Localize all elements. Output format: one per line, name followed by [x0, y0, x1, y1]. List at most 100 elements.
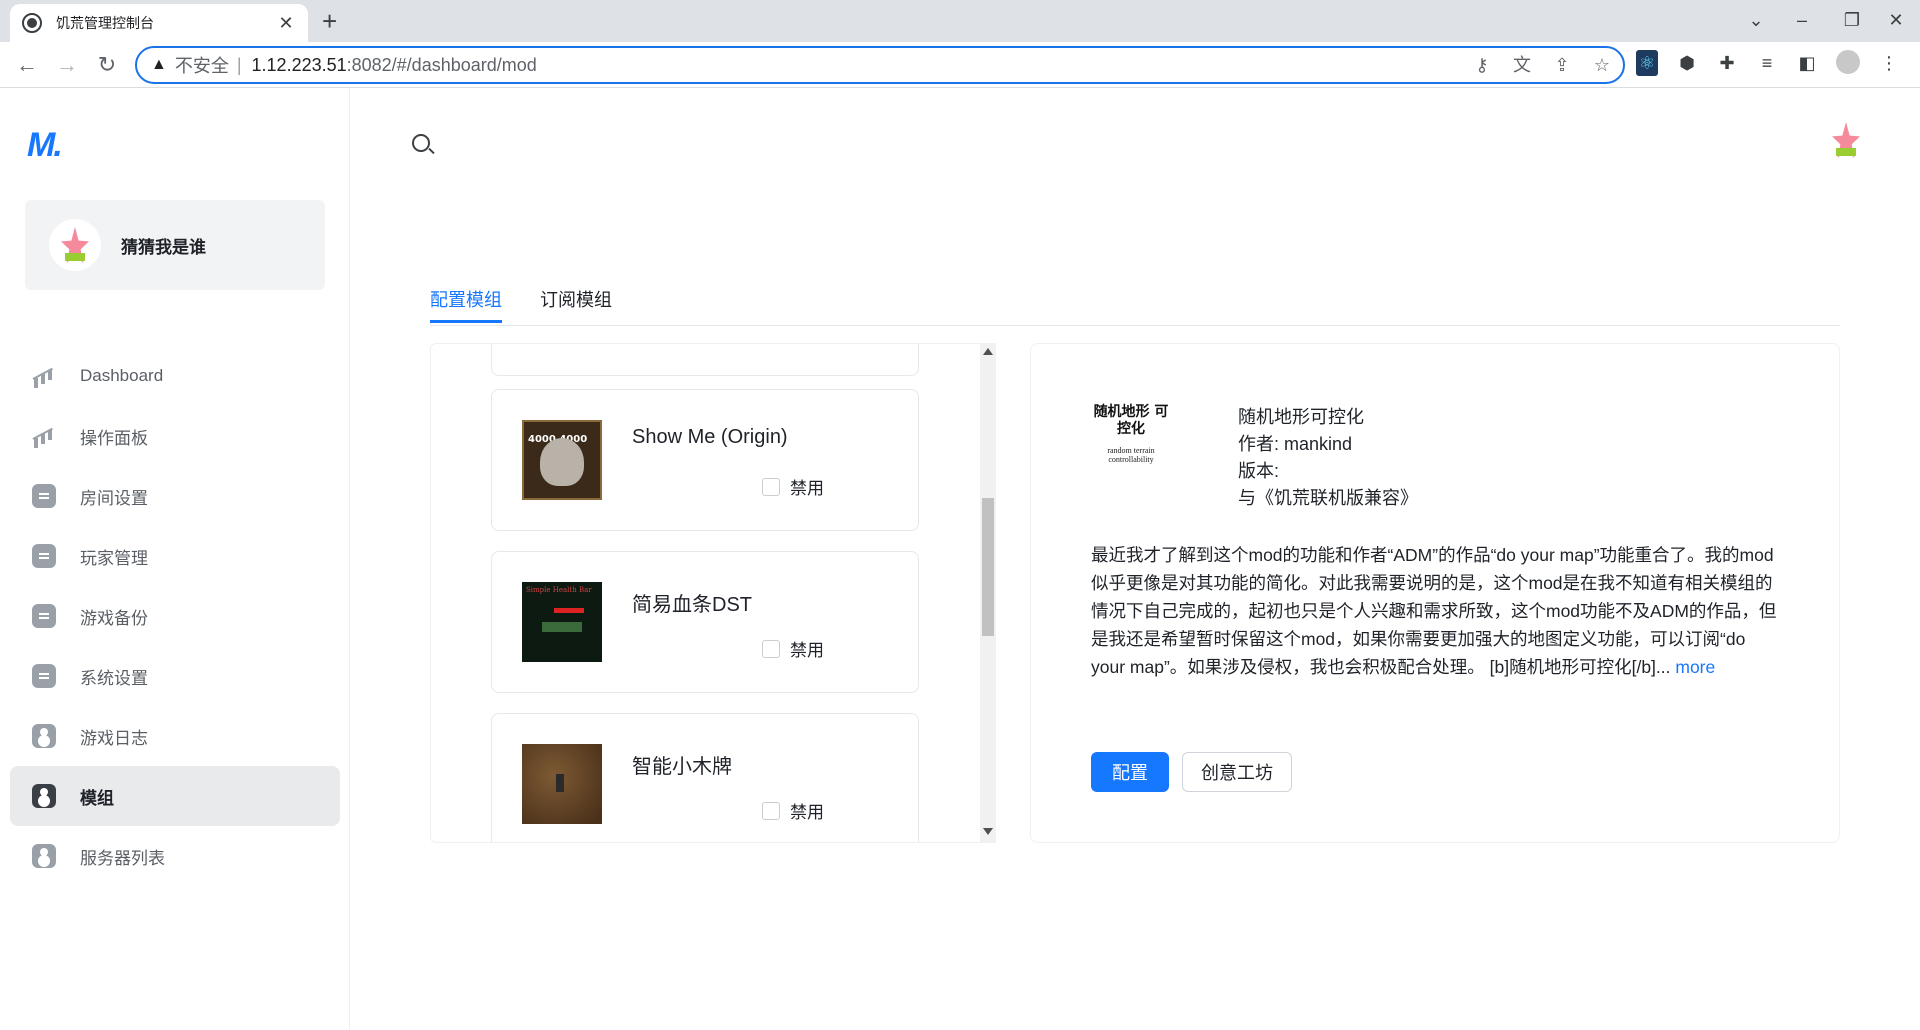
sidebar-item-label: 游戏日志: [80, 728, 148, 748]
scroll-down-icon[interactable]: [983, 828, 993, 835]
url-text[interactable]: 1.12.223.51:8082/#/dashboard/mod: [252, 55, 537, 76]
user-card[interactable]: 猜猜我是谁: [25, 200, 325, 290]
insecure-label[interactable]: 不安全: [175, 52, 229, 78]
ground-patch-icon: [542, 622, 582, 632]
sidebar-item-server-list[interactable]: 服务器列表: [10, 826, 340, 886]
disable-checkbox[interactable]: [762, 801, 780, 820]
scrollbar-thumb[interactable]: [982, 498, 994, 636]
person-icon: [32, 844, 56, 868]
star-icon[interactable]: ☆: [1591, 54, 1613, 76]
close-tab-icon[interactable]: ✕: [276, 13, 296, 34]
address-bar[interactable]: ▲ 不安全 | 1.12.223.51:8082/#/dashboard/mod…: [135, 46, 1625, 84]
mod-name: Show Me (Origin): [632, 426, 788, 448]
chart-icon: [32, 364, 56, 388]
mod-version: 版本:: [1238, 461, 1280, 481]
sidebar-item-operation-panel[interactable]: 操作面板: [10, 406, 340, 466]
sidebar-item-label: 操作面板: [80, 428, 148, 448]
reload-icon[interactable]: ↻: [92, 50, 122, 80]
avatar: [49, 219, 101, 271]
tab-title: 饥荒管理控制台: [56, 15, 154, 31]
mod-meta: 随机地形可控化 作者: mankind 版本: 与《饥荒联机版兼容》: [1238, 404, 1418, 512]
sidebar-item-system-settings[interactable]: 系统设置: [10, 646, 340, 706]
sidebar-item-player-management[interactable]: 玩家管理: [10, 526, 340, 586]
new-tab-icon[interactable]: +: [322, 6, 337, 36]
back-icon[interactable]: ←: [12, 50, 42, 80]
disable-toggle[interactable]: 禁用: [762, 474, 824, 499]
reading-list-icon[interactable]: ≡: [1756, 50, 1778, 76]
app-logo[interactable]: M.: [27, 126, 63, 165]
key-icon[interactable]: ⚷: [1471, 54, 1493, 76]
tab-search-icon[interactable]: ⌄: [1736, 6, 1776, 34]
chart-icon: [32, 424, 56, 448]
mod-name: 简易血条DST: [632, 594, 752, 616]
mod-description: 最近我才了解到这个mod的功能和作者“ADM”的作品“do your map”功…: [1091, 541, 1781, 681]
side-panel-icon[interactable]: ◧: [1796, 50, 1818, 76]
health-bar-icon: [554, 608, 584, 613]
user-name: 猜猜我是谁: [121, 237, 206, 257]
workshop-button[interactable]: 创意工坊: [1182, 752, 1292, 792]
config-button[interactable]: 配置: [1091, 752, 1169, 792]
share-icon[interactable]: ⇪: [1551, 54, 1573, 76]
sidebar-item-label: 房间设置: [80, 488, 148, 508]
character-face-icon: [540, 438, 584, 486]
minimize-icon[interactable]: –: [1782, 6, 1822, 34]
disable-checkbox[interactable]: [762, 477, 780, 496]
hexagon-extension-icon[interactable]: ⬢: [1676, 50, 1698, 76]
globe-icon: [22, 13, 42, 33]
mod-thumbnail: Simple Health Bar: [522, 582, 602, 662]
mod-title: 随机地形可控化: [1238, 407, 1364, 427]
menu-kebab-icon[interactable]: ⋮: [1878, 50, 1900, 76]
url-host: 1.12.223.51: [251, 54, 347, 75]
browser-tab[interactable]: 饥荒管理控制台 ✕: [10, 4, 308, 42]
sidebar-item-label: Dashboard: [80, 366, 164, 385]
sidebar-item-game-backup[interactable]: 游戏备份: [10, 586, 340, 646]
disable-toggle[interactable]: 禁用: [762, 636, 824, 661]
header-avatar[interactable]: [1826, 120, 1866, 172]
sidebar-item-label: 系统设置: [80, 668, 148, 688]
thumbnail-text: Simple Health Bar: [526, 586, 592, 594]
extensions-puzzle-icon[interactable]: ✚: [1716, 50, 1738, 76]
starfish-shorts-icon: [1836, 148, 1856, 156]
restore-icon[interactable]: ❐: [1832, 6, 1872, 34]
mod-card[interactable]: Simple Health Bar 简易血条DST 禁用: [491, 551, 919, 693]
mod-card[interactable]: 4000 4000 Show Me (Origin) 禁用: [491, 389, 919, 531]
sidebar-item-label: 模组: [80, 788, 114, 808]
more-link[interactable]: more: [1675, 657, 1715, 677]
close-window-icon[interactable]: ✕: [1876, 6, 1916, 34]
sidebar-item-dashboard[interactable]: Dashboard: [10, 346, 340, 406]
mod-list[interactable]: 4000 4000 Show Me (Origin) 禁用 Simple Hea…: [430, 343, 995, 843]
thumbnail-subtitle: random terrain controllability: [1107, 446, 1155, 464]
disable-label: 禁用: [790, 641, 824, 660]
disable-toggle[interactable]: 禁用: [762, 798, 824, 823]
browser-toolbar: ← → ↻ ▲ 不安全 | 1.12.223.51:8082/#/dashboa…: [0, 42, 1920, 88]
address-separator: |: [236, 54, 242, 75]
tab-configure-mods[interactable]: 配置模组: [430, 280, 502, 323]
disable-label: 禁用: [790, 479, 824, 498]
react-devtools-icon[interactable]: ⚛: [1636, 50, 1658, 76]
forward-icon[interactable]: →: [52, 50, 82, 80]
person-icon: [32, 724, 56, 748]
sidebar-item-game-log[interactable]: 游戏日志: [10, 706, 340, 766]
mod-thumbnail: 4000 4000: [522, 420, 602, 500]
thumbnail-title: 随机地形 可控化: [1093, 404, 1169, 437]
translate-icon[interactable]: ⽂: [1511, 54, 1533, 76]
mod-card[interactable]: 智能小木牌 禁用: [491, 713, 919, 842]
description-text: 最近我才了解到这个mod的功能和作者“ADM”的作品“do your map”功…: [1091, 545, 1777, 677]
sidebar-item-mods[interactable]: 模组: [10, 766, 340, 826]
warning-icon[interactable]: ▲: [151, 56, 167, 74]
sidebar-item-room-settings[interactable]: 房间设置: [10, 466, 340, 526]
mod-card[interactable]: [491, 344, 919, 376]
doc-icon: [32, 604, 56, 628]
mod-detail-panel: 随机地形 可控化 random terrain controllability …: [1030, 343, 1840, 843]
disable-checkbox[interactable]: [762, 639, 780, 658]
mod-detail-thumbnail: 随机地形 可控化 random terrain controllability: [1091, 404, 1171, 484]
sidebar: M. 猜猜我是谁 Dashboard 操作面板 房间设置 玩家管理 游戏备份 系…: [0, 88, 350, 1030]
tab-subscribe-mods[interactable]: 订阅模组: [540, 280, 612, 320]
mod-author: 作者: mankind: [1238, 434, 1353, 454]
scroll-up-icon[interactable]: [983, 348, 993, 355]
search-icon[interactable]: [412, 134, 430, 152]
sidebar-item-label: 玩家管理: [80, 548, 148, 568]
mod-tabs: 配置模组 订阅模组: [430, 280, 1840, 326]
app-page: M. 猜猜我是谁 Dashboard 操作面板 房间设置 玩家管理 游戏备份 系…: [0, 88, 1920, 1030]
profile-avatar-icon[interactable]: [1836, 50, 1860, 74]
